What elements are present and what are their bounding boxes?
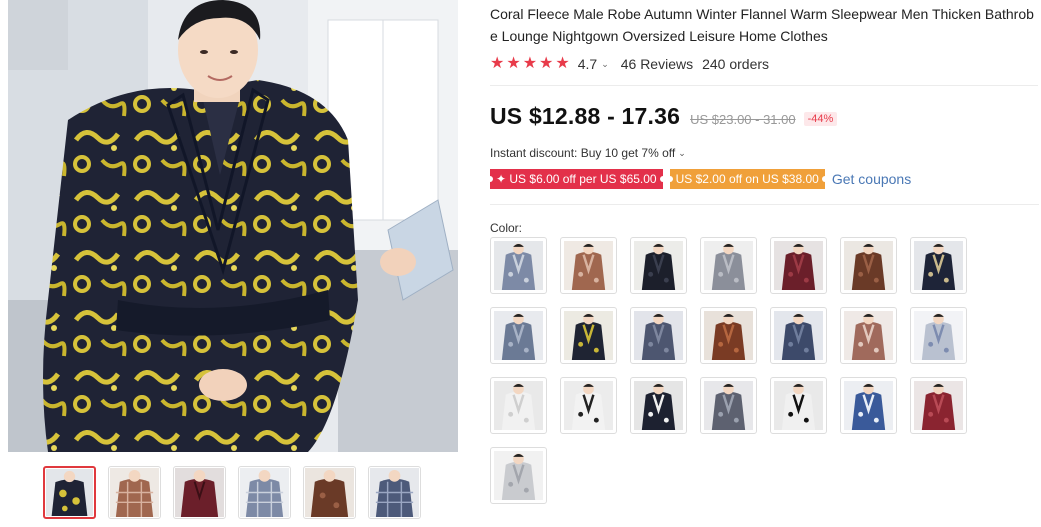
color-swatch-brown-plaid[interactable] <box>560 237 617 294</box>
thumb-image <box>240 468 289 517</box>
rating-row: ★ ★ ★ ★ ★ 4.7 ⌄ 46 Reviews 240 orders <box>490 54 1038 74</box>
color-swatch-cow[interactable] <box>770 377 827 434</box>
swatch-image <box>704 381 753 430</box>
coupon-row: ✦ US $6.00 off per US $65.00 US $2.00 of… <box>487 168 1038 190</box>
color-swatch-panda[interactable] <box>560 377 617 434</box>
get-coupons-link[interactable]: Get coupons <box>832 171 911 187</box>
thumbnail-1[interactable] <box>43 466 96 519</box>
color-swatch-burgundy[interactable] <box>910 377 967 434</box>
color-swatch-grey-print[interactable] <box>700 377 757 434</box>
thumbnail-2[interactable] <box>108 466 161 519</box>
star-icon: ★ <box>522 55 538 72</box>
reviews-link[interactable]: 46 Reviews <box>621 56 693 72</box>
star-icon: ★ <box>490 55 505 72</box>
swatch-image <box>564 381 613 430</box>
color-swatch-rose-print[interactable] <box>840 307 897 364</box>
thumb-image <box>110 468 159 517</box>
current-price: US $12.88 - 17.36 <box>490 103 681 129</box>
price-row: US $12.88 - 17.36 US $23.00 - 31.00 -44% <box>490 103 1038 137</box>
swatch-image <box>844 311 893 360</box>
divider <box>490 85 1038 86</box>
color-swatch-blue-white[interactable] <box>840 377 897 434</box>
color-swatch-navy[interactable] <box>910 237 967 294</box>
thumbnail-6[interactable] <box>368 466 421 519</box>
original-price: US $23.00 - 31.00 <box>690 112 796 127</box>
swatch-image <box>494 381 543 430</box>
color-swatch-light-grey[interactable] <box>490 447 547 504</box>
swatch-image <box>494 311 543 360</box>
chevron-down-icon: ⌄ <box>678 147 686 158</box>
swatch-image <box>634 381 683 430</box>
divider <box>490 204 1039 205</box>
color-swatch-copper[interactable] <box>700 307 757 364</box>
swatch-image <box>634 311 683 360</box>
color-swatch-brown[interactable] <box>840 237 897 294</box>
color-swatch-white[interactable] <box>490 377 547 434</box>
instant-discount-label: Instant discount: Buy 10 get 7% off <box>490 146 676 160</box>
thumb-image <box>370 468 419 517</box>
swatch-image <box>494 241 543 290</box>
star-icon: ★ <box>506 55 521 72</box>
swatch-image <box>774 241 823 290</box>
star-icon: ★ <box>539 55 554 72</box>
product-info-panel: Coral Fleece Male Robe Autumn Winter Fla… <box>487 0 1039 504</box>
robe-photo-illustration <box>8 0 458 452</box>
swatch-image <box>844 381 893 430</box>
thumbnail-3[interactable] <box>173 466 226 519</box>
instant-discount[interactable]: Instant discount: Buy 10 get 7% off ⌄ <box>490 144 1038 162</box>
color-swatches <box>490 237 1038 504</box>
swatch-image <box>634 241 683 290</box>
swatch-image <box>564 241 613 290</box>
color-swatch-grey-blue[interactable] <box>490 307 547 364</box>
rating-stars[interactable]: ★ ★ ★ ★ ★ <box>490 56 570 72</box>
product-main-image[interactable] <box>8 0 458 452</box>
swatch-image <box>914 311 963 360</box>
swatch-image <box>774 311 823 360</box>
thumbnail-5[interactable] <box>303 466 356 519</box>
product-title: Coral Fleece Male Robe Autumn Winter Fla… <box>490 6 1034 44</box>
thumb-image <box>46 469 93 516</box>
color-label: Color: <box>490 221 523 235</box>
star-icon: ★ <box>555 55 570 72</box>
coupon-1[interactable]: ✦ US $6.00 off per US $65.00 <box>487 169 666 189</box>
swatch-image <box>914 381 963 430</box>
color-swatch-dark-blue[interactable] <box>770 307 827 364</box>
color-swatch-wine-red[interactable] <box>770 237 827 294</box>
chevron-down-icon[interactable]: ⌄ <box>601 59 609 70</box>
orders-count: 240 orders <box>702 56 770 72</box>
thumbnail-4[interactable] <box>238 466 291 519</box>
discount-badge: -44% <box>803 112 838 126</box>
color-swatch-slate[interactable] <box>630 307 687 364</box>
rating-value[interactable]: 4.7 <box>578 56 597 72</box>
thumb-image <box>175 468 224 517</box>
coupon-2[interactable]: US $2.00 off on US $38.00 <box>666 169 829 189</box>
thumb-image <box>305 468 354 517</box>
color-swatch-grey[interactable] <box>700 237 757 294</box>
swatch-image <box>704 241 753 290</box>
color-swatch-blue-plaid[interactable] <box>490 237 547 294</box>
color-swatch-check[interactable] <box>910 307 967 364</box>
swatch-image <box>494 451 543 500</box>
color-swatch-star-print[interactable] <box>630 377 687 434</box>
thumbnail-strip <box>43 466 421 519</box>
swatch-image <box>704 311 753 360</box>
swatch-image <box>844 241 893 290</box>
swatch-image <box>914 241 963 290</box>
color-swatch-black[interactable] <box>630 237 687 294</box>
color-swatch-dragon[interactable] <box>560 307 617 364</box>
swatch-image <box>564 311 613 360</box>
swatch-image <box>774 381 823 430</box>
